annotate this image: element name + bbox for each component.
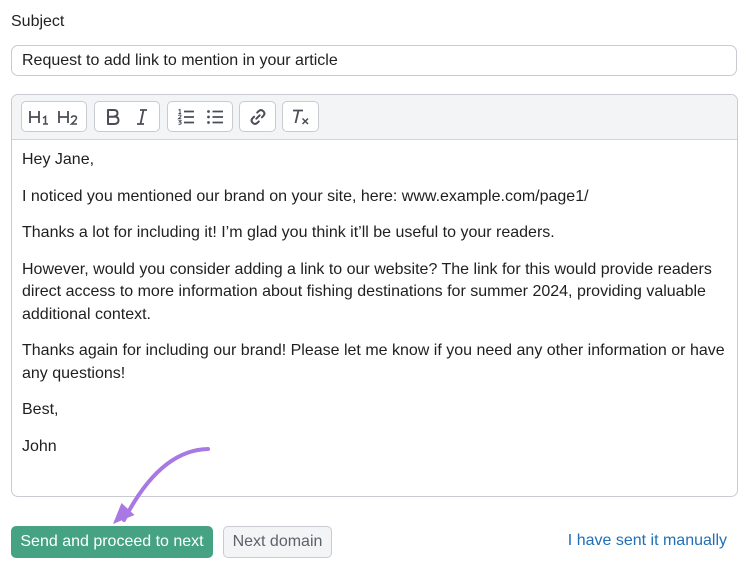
ordered-list-icon xyxy=(176,108,194,125)
link-button[interactable] xyxy=(243,102,272,131)
italic-icon xyxy=(136,108,147,125)
send-and-proceed-button[interactable]: Send and proceed to next xyxy=(11,526,213,558)
link-group xyxy=(239,101,276,132)
body-paragraph: Thanks a lot for including it! I’m glad … xyxy=(22,224,555,241)
email-editor: Hey Jane, I noticed you mentioned our br… xyxy=(11,94,738,497)
heading-group xyxy=(21,101,87,132)
link-icon xyxy=(250,108,265,125)
italic-button[interactable] xyxy=(127,102,156,131)
email-body[interactable]: Hey Jane, I noticed you mentioned our br… xyxy=(12,140,737,458)
heading-2-icon xyxy=(57,110,77,125)
ordered-list-button[interactable] xyxy=(171,102,200,131)
clear-format-button[interactable] xyxy=(286,102,315,131)
body-signature: John xyxy=(22,437,57,455)
heading-1-button[interactable] xyxy=(25,102,54,131)
bullet-list-button[interactable] xyxy=(200,102,229,131)
clear-format-icon xyxy=(292,109,309,125)
heading-2-button[interactable] xyxy=(54,102,83,131)
bold-icon xyxy=(106,108,119,125)
body-greeting: Hey Jane, xyxy=(22,151,95,168)
body-paragraph: However, would you consider adding a lin… xyxy=(22,260,712,323)
clear-format-group xyxy=(282,101,319,132)
body-paragraph: Thanks again for including our brand! Pl… xyxy=(22,342,725,382)
subject-label: Subject xyxy=(11,13,65,30)
sent-manually-link[interactable]: I have sent it manually xyxy=(568,532,727,550)
editor-toolbar xyxy=(12,95,737,140)
list-group xyxy=(167,101,233,132)
body-closing: Best, xyxy=(22,401,59,418)
text-style-group xyxy=(94,101,160,132)
bold-button[interactable] xyxy=(98,102,127,131)
body-paragraph: I noticed you mentioned our brand on you… xyxy=(22,187,589,205)
next-domain-button[interactable]: Next domain xyxy=(223,526,332,558)
bullet-list-icon xyxy=(206,109,223,124)
subject-input[interactable] xyxy=(11,45,737,76)
heading-1-icon xyxy=(28,110,48,125)
